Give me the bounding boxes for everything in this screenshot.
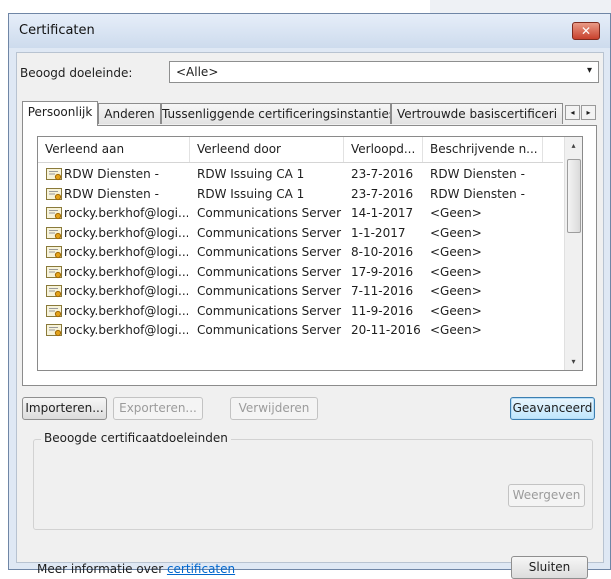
cell-issued-to: rocky.berkhof@logi... [64, 264, 188, 279]
cell-expiration: 23-7-2016 [351, 167, 414, 181]
scroll-down-icon[interactable]: ▾ [565, 353, 582, 370]
export-button[interactable]: Exporteren... [113, 397, 203, 420]
cell-issued-to: RDW Diensten - [64, 186, 159, 201]
certificate-store-tabs: Persoonlijk Anderen Tussenliggende certi… [22, 101, 597, 126]
cell-issued-by: RDW Issuing CA 1 [197, 167, 305, 181]
tab-label: Persoonlijk [27, 105, 93, 119]
cell-issued-to: rocky.berkhof@logi... [64, 245, 188, 259]
column-header-friendly-name[interactable]: Beschrijvende n... [423, 137, 543, 162]
certificate-icon [46, 265, 62, 279]
intended-purpose-label: Beoogd doeleinde: [20, 66, 133, 80]
cell-expiration: 23-7-2016 [351, 186, 414, 201]
column-header-expiration[interactable]: Verloopd... [344, 137, 423, 162]
cell-issued-by: Communications Server [197, 245, 341, 259]
table-row[interactable]: rocky.berkhof@logi... Communications Serv… [38, 302, 563, 322]
table-row[interactable]: RDW Diensten - RDW Issuing CA 1 23-7-2016 R… [38, 165, 563, 185]
tab-others[interactable]: Anderen [98, 103, 161, 124]
column-header-issued-by[interactable]: Verleend door [190, 137, 344, 162]
certificates-dialog: Certificaten ✕ Beoogd doeleinde: <Alle> … [8, 13, 611, 579]
certificate-icon [46, 226, 62, 240]
import-button[interactable]: Importeren... [22, 397, 107, 420]
cell-expiration: 1-1-2017 [351, 225, 406, 240]
cell-expiration: 20-11-2016 [351, 323, 421, 337]
tab-label: Tussenliggende certificeringsinstanties [162, 107, 391, 121]
cell-issued-by: Communications Server [197, 206, 341, 220]
tab-label: Anderen [104, 107, 155, 121]
cell-issued-by: Communications Server [197, 323, 341, 337]
intended-purpose-value: <Alle> [176, 65, 219, 79]
tab-scroll-right-icon[interactable]: ▸ [581, 105, 596, 120]
cell-issued-to: rocky.berkhof@logi... [64, 206, 188, 220]
cell-expiration: 8-10-2016 [351, 245, 414, 259]
certificate-list[interactable]: Verleend aan Verleend door Verloopd... B… [37, 136, 583, 371]
cell-friendly-name: <Geen> [430, 245, 482, 259]
cell-friendly-name: <Geen> [430, 206, 482, 220]
cell-issued-to: rocky.berkhof@logi... [64, 284, 188, 298]
cell-expiration: 17-9-2016 [351, 264, 414, 279]
cell-friendly-name: <Geen> [430, 284, 482, 298]
certificate-icon [46, 187, 62, 201]
cell-issued-by: Communications Server [197, 303, 341, 318]
cell-friendly-name: RDW Diensten - [430, 186, 525, 201]
view-button[interactable]: Weergeven [508, 484, 585, 507]
close-icon: ✕ [580, 24, 592, 38]
cell-issued-to: RDW Diensten - [64, 167, 159, 181]
list-header: Verleend aan Verleend door Verloopd... B… [38, 137, 563, 163]
cell-friendly-name: <Geen> [430, 225, 482, 240]
cell-issued-to: rocky.berkhof@logi... [64, 323, 188, 337]
certificates-link[interactable]: certificaten [167, 562, 235, 576]
table-row[interactable]: rocky.berkhof@logi... Communications Serv… [38, 321, 563, 341]
table-row[interactable]: RDW Diensten - RDW Issuing CA 1 23-7-2016 R… [38, 185, 563, 205]
certificate-icon [46, 246, 62, 259]
vertical-scrollbar[interactable]: ▴ ▾ [564, 137, 582, 370]
cell-issued-by: Communications Server [197, 284, 341, 298]
dropdown-arrow-icon: ▾ [586, 65, 592, 76]
more-info-prefix: Meer informatie over [37, 562, 167, 576]
cell-issued-by: Communications Server [197, 225, 341, 240]
certificate-icon [46, 324, 62, 337]
background-window-edge [430, 0, 611, 13]
tab-personal[interactable]: Persoonlijk [22, 101, 98, 126]
scrollbar-thumb[interactable] [567, 159, 581, 233]
title-bar[interactable]: Certificaten ✕ [9, 14, 610, 48]
cell-issued-to: rocky.berkhof@logi... [64, 225, 188, 240]
certificate-icon [46, 168, 62, 181]
tab-intermediate-cas[interactable]: Tussenliggende certificeringsinstanties [161, 103, 391, 124]
table-row[interactable]: rocky.berkhof@logi... Communications Serv… [38, 243, 563, 263]
cell-expiration: 14-1-2017 [351, 206, 414, 220]
cell-issued-by: RDW Issuing CA 1 [197, 186, 305, 201]
tab-trusted-root-cas[interactable]: Vertrouwde basiscertificeri [391, 103, 563, 124]
table-row[interactable]: rocky.berkhof@logi... Communications Serv… [38, 282, 563, 302]
close-button[interactable]: Sluiten [511, 556, 588, 579]
cell-friendly-name: <Geen> [430, 264, 482, 279]
cell-friendly-name: RDW Diensten - [430, 167, 525, 181]
more-info-text: Meer informatie over certificaten [37, 562, 235, 576]
remove-button[interactable]: Verwijderen [230, 397, 318, 420]
tab-panel-personal: Verleend aan Verleend door Verloopd... B… [22, 125, 597, 386]
list-body: RDW Diensten - RDW Issuing CA 1 23-7-2016 R… [38, 165, 563, 341]
cell-friendly-name: <Geen> [430, 303, 482, 318]
cell-expiration: 7-11-2016 [351, 284, 414, 298]
certificate-icon [46, 285, 62, 298]
cell-friendly-name: <Geen> [430, 323, 482, 337]
certificate-icon [46, 207, 62, 220]
cell-issued-to: rocky.berkhof@logi... [64, 303, 188, 318]
table-row[interactable]: rocky.berkhof@logi... Communications Serv… [38, 224, 563, 244]
column-header-issued-to[interactable]: Verleend aan [38, 137, 190, 162]
certificate-icon [46, 304, 62, 318]
table-row[interactable]: rocky.berkhof@logi... Communications Serv… [38, 263, 563, 283]
cell-issued-by: Communications Server [197, 264, 341, 279]
intended-purpose-select[interactable]: <Alle> ▾ [169, 61, 599, 83]
tab-scroll-left-icon[interactable]: ◂ [565, 105, 580, 120]
window-title: Certificaten [19, 23, 95, 38]
advanced-button[interactable]: Geavanceerd [510, 397, 595, 420]
close-window-button[interactable]: ✕ [572, 22, 600, 40]
dialog-client-area: Beoogd doeleinde: <Alle> ▾ Persoonlijk A… [16, 52, 604, 579]
tab-label: Vertrouwde basiscertificeri [396, 107, 558, 121]
intended-purposes-label: Beoogde certificaatdoeleinden [41, 431, 231, 445]
cell-expiration: 11-9-2016 [351, 303, 414, 318]
table-row[interactable]: rocky.berkhof@logi... Communications Serv… [38, 204, 563, 224]
scroll-up-icon[interactable]: ▴ [565, 137, 582, 154]
